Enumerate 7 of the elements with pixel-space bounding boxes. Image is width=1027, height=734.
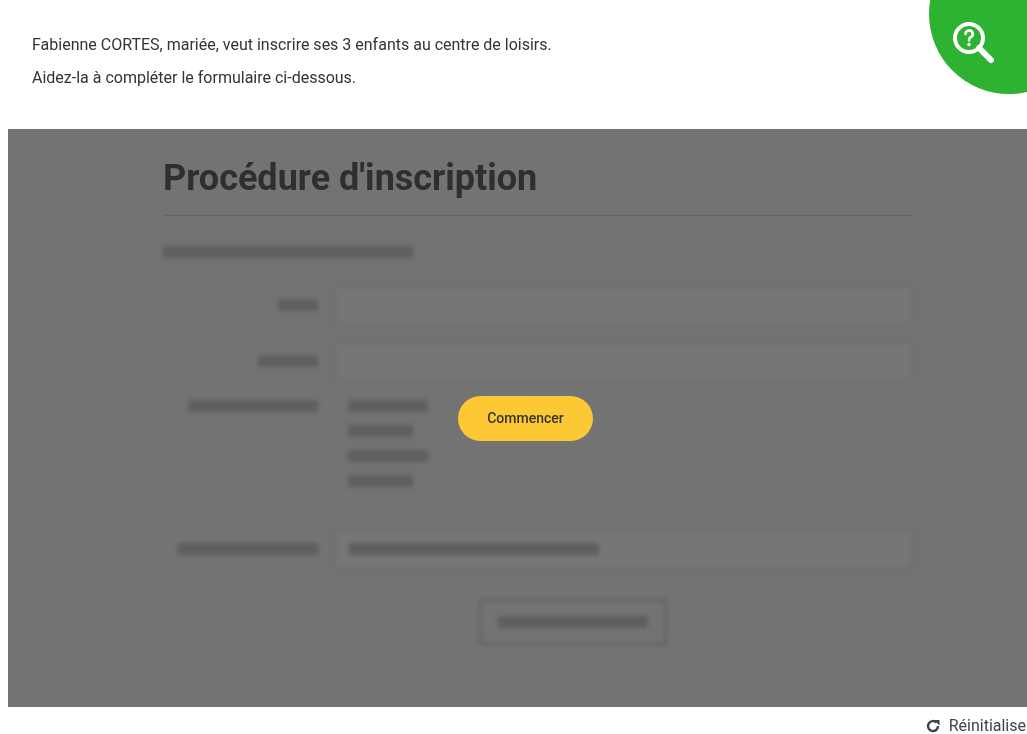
search-help-icon xyxy=(951,20,997,66)
form-title: Procédure d'inscription xyxy=(163,129,913,216)
instruction-text: Aidez-la à compléter le formulaire ci-dessous. xyxy=(32,67,357,89)
instruction-text: Fabienne CORTES, mariée, veut inscrire ses 3 enfants au centre de loisirs. xyxy=(32,34,552,56)
reset-icon xyxy=(924,718,941,734)
start-button[interactable]: Commencer xyxy=(458,396,593,441)
reset-link[interactable]: Réinitialise xyxy=(948,714,1026,734)
